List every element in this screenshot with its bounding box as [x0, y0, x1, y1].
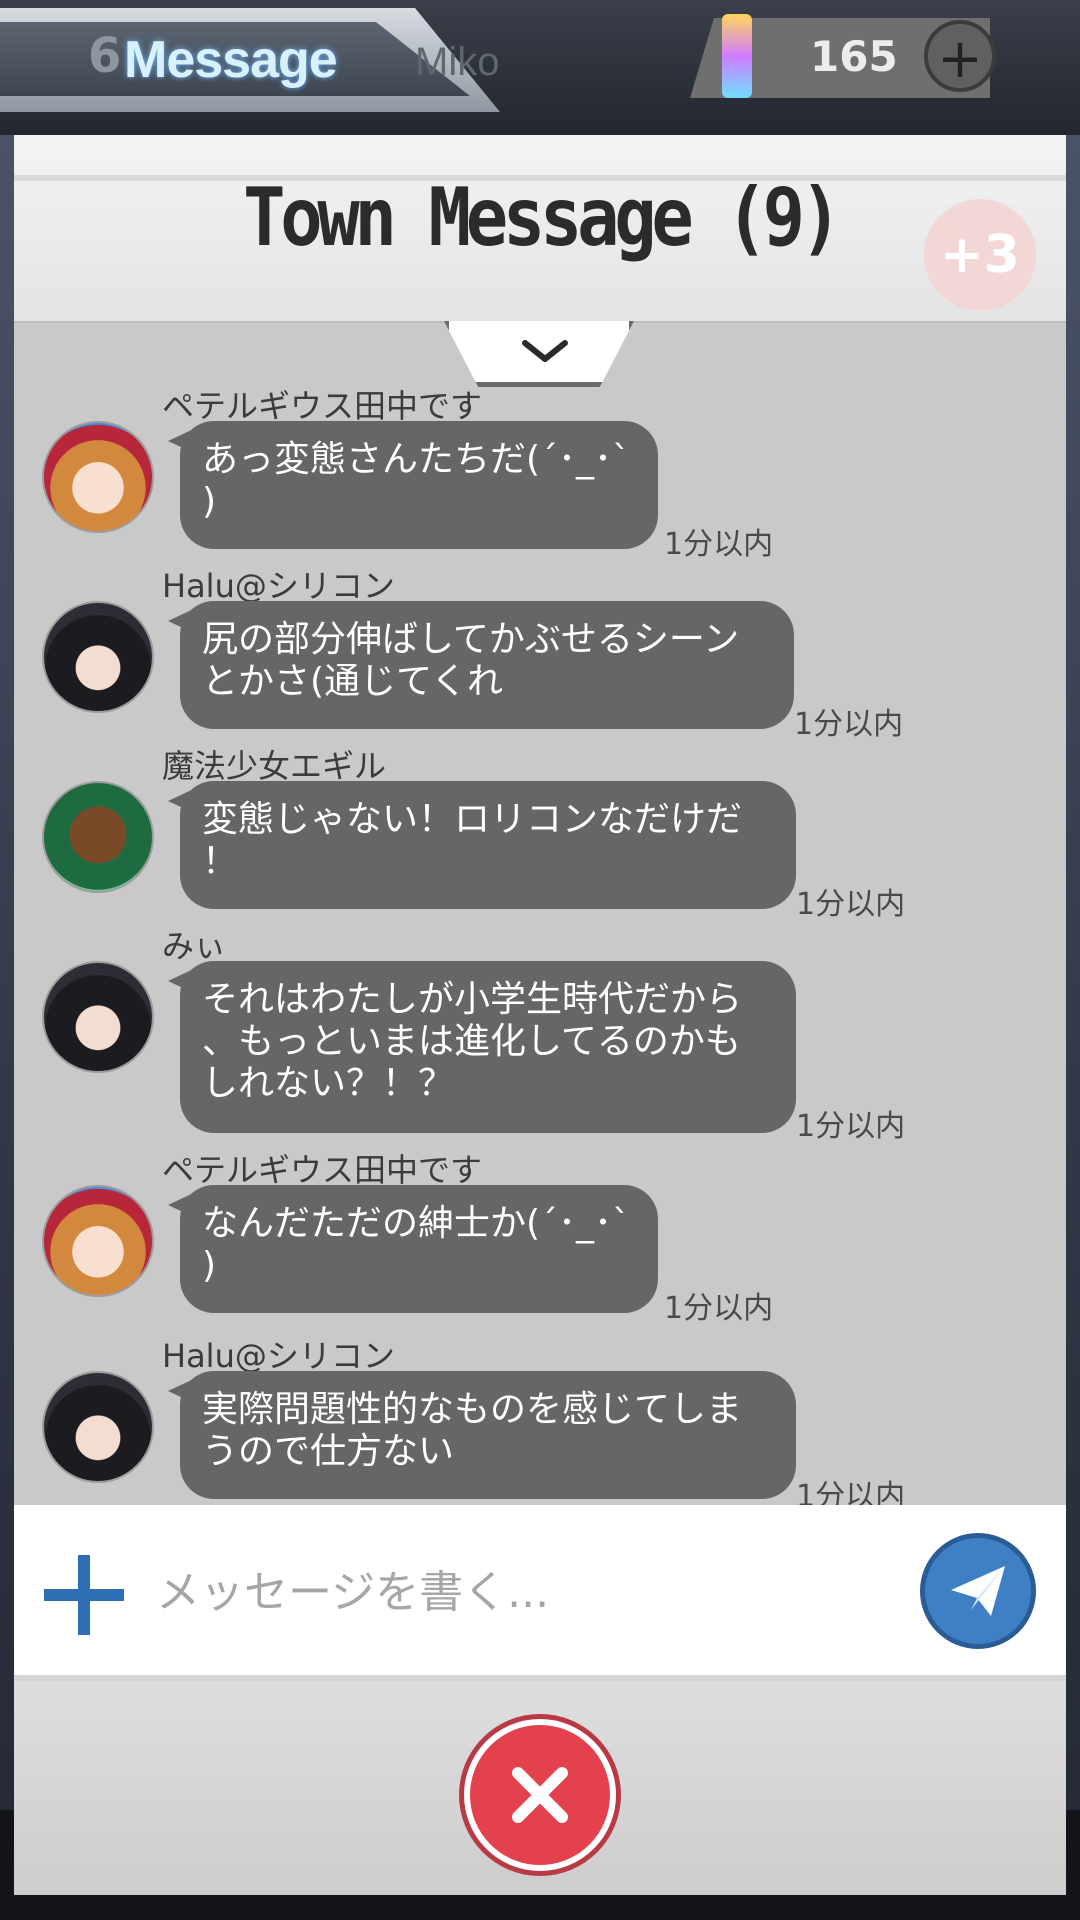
message-bubble: 尻の部分伸ばしてかぶせるシーン とかさ(通じてくれ — [180, 601, 794, 729]
add-gems-button[interactable]: + — [924, 20, 996, 92]
message-bubble: なんだただの紳士か(´･_･` ) — [180, 1185, 658, 1313]
message-bubble: 変態じゃない！ロリコンなだけだ ！ — [180, 781, 796, 909]
silica-avatar[interactable] — [42, 1185, 154, 1297]
close-button[interactable] — [464, 1719, 616, 1871]
message-bubble: それはわたしが小学生時代だから 、もっといまは進化してるのかも しれない？！？ — [180, 961, 796, 1133]
chat-list[interactable]: ペテルギウス田中です あっ変態さんたちだ(´･_･` ) 1分以内 Halu@シ… — [14, 321, 1066, 1641]
message-bubble: あっ変態さんたちだ(´･_･` ) — [180, 421, 658, 549]
paper-plane-icon — [951, 1566, 1005, 1616]
member-count-badge: +3 — [924, 199, 1036, 311]
message-time: 1分以内 — [664, 1291, 774, 1326]
kirito-avatar[interactable] — [42, 961, 154, 1073]
message-time: 1分以内 — [794, 707, 904, 742]
plus-icon[interactable] — [44, 1555, 124, 1635]
agil-avatar[interactable] — [42, 781, 154, 893]
panel-footer — [14, 1681, 1066, 1895]
game-header: 6 Message Miko 165 + — [0, 0, 1080, 135]
username: Miko — [415, 40, 500, 84]
town-message-panel: Town Message (9) +3 ペテルギウス田中です あっ変態さんたちだ… — [14, 135, 1066, 1895]
send-button[interactable] — [920, 1533, 1036, 1649]
message-time: 1分以内 — [796, 887, 906, 922]
silica-avatar[interactable] — [42, 421, 154, 533]
panel-header: Town Message (9) +3 — [14, 135, 1066, 323]
message-bubble: 実際問題性的なものを感じてしま うので仕方ない — [180, 1371, 796, 1499]
message-input[interactable] — [154, 1545, 898, 1639]
kirito-avatar[interactable] — [42, 601, 154, 713]
kirito-avatar[interactable] — [42, 1371, 154, 1483]
message-time: 1分以内 — [664, 527, 774, 562]
gem-count: 165 — [810, 32, 898, 81]
panel-title: Town Message (9) — [243, 171, 842, 264]
page-number: 6 — [88, 28, 122, 84]
chevron-down-icon — [522, 340, 568, 362]
screen-title: Message — [124, 31, 338, 89]
message-compose-bar — [14, 1505, 1066, 1681]
gem-icon — [722, 14, 752, 98]
close-icon — [512, 1767, 568, 1823]
message-time: 1分以内 — [796, 1109, 906, 1144]
